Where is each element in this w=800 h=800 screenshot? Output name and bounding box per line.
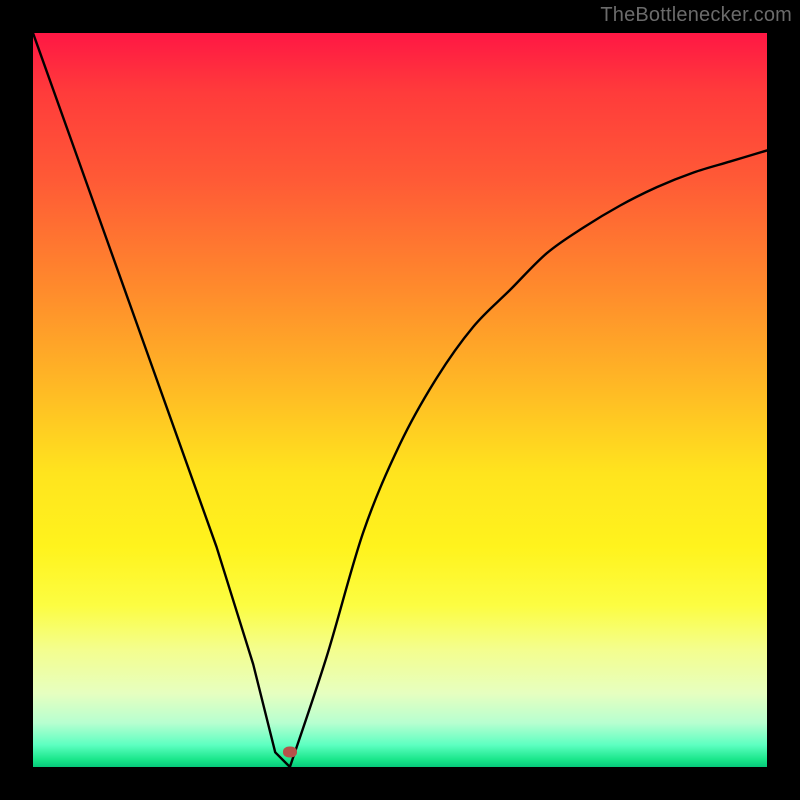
bottleneck-curve [33,33,767,767]
plot-area [33,33,767,767]
chart-frame: TheBottlenecker.com [0,0,800,800]
optimal-point-marker [283,747,297,758]
watermark-label: TheBottlenecker.com [600,4,792,27]
